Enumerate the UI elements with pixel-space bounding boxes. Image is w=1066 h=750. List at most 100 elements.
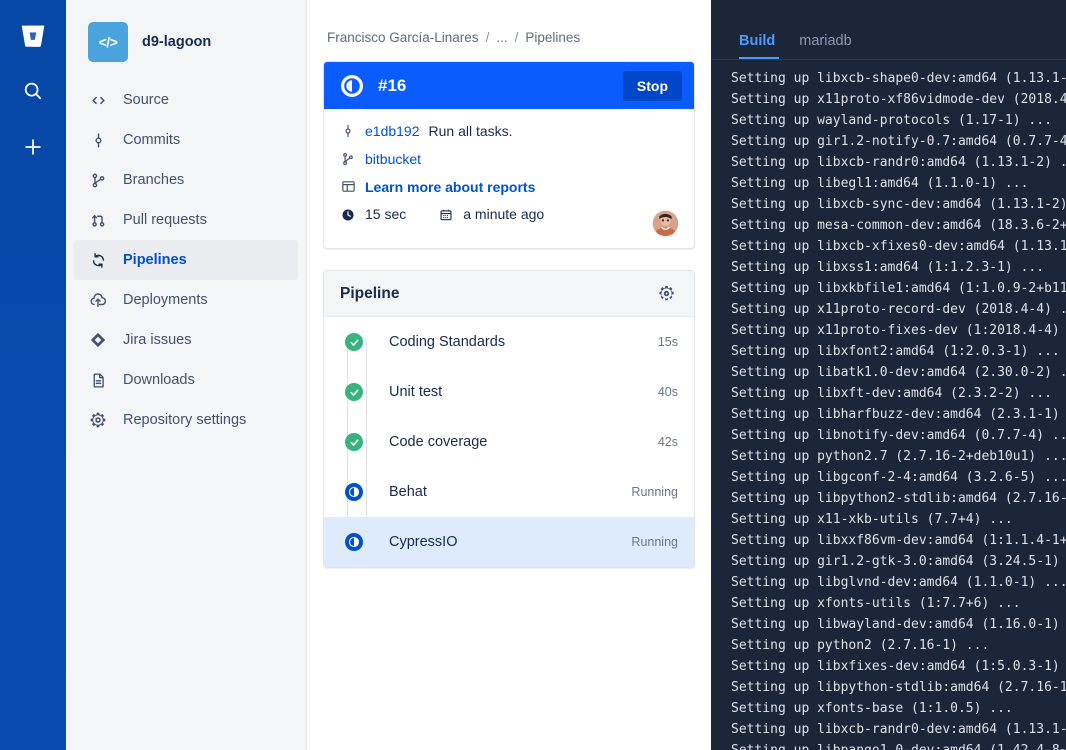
build-status-banner: #16 Stop	[324, 62, 694, 109]
pipeline-step-code-coverage[interactable]: Code coverage 42s	[324, 417, 694, 467]
log-line: Setting up gir1.2-gtk-3.0:amd64 (3.24.5-…	[731, 554, 1060, 569]
log-line: Setting up libharfbuzz-dev:amd64 (2.3.1-…	[731, 407, 1060, 422]
sidebar-item-pull-requests[interactable]: Pull requests	[74, 200, 298, 240]
commits-icon	[88, 130, 108, 150]
commit-hash-link[interactable]: e1db192	[365, 123, 420, 140]
commit-icon	[340, 123, 356, 139]
sidebar-item-downloads[interactable]: Downloads	[74, 360, 298, 400]
pipeline-step-cypressio[interactable]: CypressIO Running	[324, 517, 694, 568]
step-duration: 15s	[657, 335, 678, 350]
log-output[interactable]: Setting up libxcb-shape0-dev:amd64 (1.13…	[711, 60, 1066, 750]
stop-button[interactable]: Stop	[622, 70, 682, 101]
log-line: Setting up xfonts-base (1:1.0.5) ...	[731, 701, 1013, 716]
bitbucket-logo[interactable]	[16, 18, 50, 52]
sidebar-item-label: Pull requests	[123, 212, 207, 228]
branch-link[interactable]: bitbucket	[365, 151, 421, 168]
sidebar-item-jira-issues[interactable]: Jira issues	[74, 320, 298, 360]
global-navigation	[0, 0, 66, 750]
build-number: #16	[378, 75, 407, 95]
sidebar-item-label: Commits	[123, 132, 181, 148]
log-line: Setting up libxfixes-dev:amd64 (1:5.0.3-…	[731, 659, 1060, 674]
step-duration: 42s	[657, 435, 678, 450]
tab-mariadb[interactable]: mariadb	[787, 33, 863, 59]
log-line: Setting up python2 (2.7.16-1) ...	[731, 638, 990, 653]
repository-sidebar: </> d9-lagoon Source Commits Branches Pu…	[66, 0, 307, 750]
status-success-icon	[345, 333, 363, 352]
app-root: </> d9-lagoon Source Commits Branches Pu…	[0, 0, 1066, 750]
log-line: Setting up libgconf-2-4:amd64 (3.2.6-5) …	[731, 470, 1066, 485]
downloads-icon	[88, 370, 108, 390]
avatar[interactable]	[653, 211, 678, 237]
sidebar-item-pipelines[interactable]: Pipelines	[74, 240, 298, 280]
pipeline-step-coding-standards[interactable]: Coding Standards 15s	[324, 317, 694, 367]
timing-row: 15 sec a minute ago	[340, 206, 678, 223]
build-duration: 15 sec	[365, 206, 407, 223]
pipeline-title: Pipeline	[340, 284, 400, 302]
sidebar-item-source[interactable]: Source	[74, 80, 298, 120]
log-line: Setting up libxfont2:amd64 (1:2.0.3-1) .…	[731, 344, 1060, 359]
sidebar-item-label: Deployments	[123, 292, 208, 308]
repository-avatar: </>	[88, 22, 128, 62]
log-line: Setting up x11-xkb-utils (7.7+4) ...	[731, 512, 1013, 527]
log-line: Setting up x11proto-fixes-dev (1:2018.4-…	[731, 323, 1060, 338]
sidebar-item-commits[interactable]: Commits	[74, 120, 298, 160]
log-line: Setting up libxcb-xfixes0-dev:amd64 (1.1…	[731, 239, 1066, 254]
log-line: Setting up mesa-common-dev:amd64 (18.3.6…	[731, 218, 1066, 233]
deployments-icon	[88, 290, 108, 310]
calendar-icon	[438, 207, 454, 223]
log-line: Setting up python2.7 (2.7.16-2+deb10u1) …	[731, 449, 1066, 464]
log-line: Setting up libnotify-dev:amd64 (0.7.7-4)…	[731, 428, 1066, 443]
log-line: Setting up libegl1:amd64 (1.1.0-1) ...	[731, 176, 1029, 191]
clock-icon	[340, 207, 356, 223]
breadcrumb-ellipsis[interactable]: ...	[496, 30, 507, 45]
log-line: Setting up libpython-stdlib:amd64 (2.7.1…	[731, 680, 1066, 695]
status-running-icon	[345, 533, 363, 552]
log-line: Setting up libatk1.0-dev:amd64 (2.30.0-2…	[731, 365, 1066, 380]
build-log-panel: Build mariadb Setting up libxcb-shape0-d…	[711, 0, 1066, 750]
reports-icon	[340, 179, 356, 195]
log-line: Setting up libxft-dev:amd64 (2.3.2-2) ..…	[731, 386, 1052, 401]
sidebar-item-deployments[interactable]: Deployments	[74, 280, 298, 320]
log-line: Setting up xfonts-utils (1:7.7+6) ...	[731, 596, 1021, 611]
status-success-icon	[345, 383, 363, 402]
step-duration: Running	[631, 485, 678, 500]
build-meta: e1db192 Run all tasks. bitbucket Learn m…	[324, 109, 694, 248]
log-line: Setting up libglvnd-dev:amd64 (1.1.0-1) …	[731, 575, 1066, 590]
breadcrumb-separator: /	[485, 30, 490, 45]
log-line: Setting up libpython2-stdlib:amd64 (2.7.…	[731, 491, 1066, 506]
log-line: Setting up libxxf86vm-dev:amd64 (1:1.1.4…	[731, 533, 1066, 548]
search-icon[interactable]	[16, 74, 50, 108]
breadcrumb-current[interactable]: Pipelines	[525, 30, 580, 45]
sidebar-nav-list: Source Commits Branches Pull requests Pi…	[66, 80, 306, 440]
sidebar-item-repository-settings[interactable]: Repository settings	[74, 400, 298, 440]
pipeline-steps-list: Coding Standards 15s Unit test 40s Code …	[324, 317, 694, 568]
tab-build[interactable]: Build	[731, 33, 787, 59]
repository-name: d9-lagoon	[142, 34, 212, 50]
repository-header[interactable]: </> d9-lagoon	[66, 16, 306, 66]
commit-message: Run all tasks.	[428, 123, 513, 139]
step-label: Code coverage	[389, 434, 488, 451]
breadcrumb-owner[interactable]: Francisco García-Linares	[327, 30, 479, 45]
sidebar-item-branches[interactable]: Branches	[74, 160, 298, 200]
reports-link[interactable]: Learn more about reports	[365, 179, 535, 196]
sidebar-item-label: Downloads	[123, 372, 195, 388]
log-line: Setting up libxcb-randr0:amd64 (1.13.1-2…	[731, 155, 1066, 170]
branches-icon	[88, 170, 108, 190]
log-line: Setting up wayland-protocols (1.17-1) ..…	[731, 113, 1052, 128]
gear-icon[interactable]	[654, 282, 678, 306]
log-tabs: Build mariadb	[711, 0, 1066, 60]
log-line: Setting up libxcb-randr0-dev:amd64 (1.13…	[731, 722, 1066, 737]
create-icon[interactable]	[16, 130, 50, 164]
step-duration: 40s	[657, 385, 678, 400]
log-line: Setting up libwayland-dev:amd64 (1.16.0-…	[731, 617, 1060, 632]
commit-row: e1db192 Run all tasks.	[340, 123, 678, 140]
build-time-ago: a minute ago	[463, 206, 545, 223]
branch-icon	[340, 151, 356, 167]
log-line: Setting up libxcb-sync-dev:amd64 (1.13.1…	[731, 197, 1066, 212]
pipeline-card-header: Pipeline	[324, 271, 694, 318]
jira-issues-icon	[88, 330, 108, 350]
pipeline-step-behat[interactable]: Behat Running	[324, 467, 694, 517]
log-line: Setting up gir1.2-notify-0.7:amd64 (0.7.…	[731, 134, 1066, 149]
pipeline-steps-card: Pipeline Coding Standards 15s Unit test …	[323, 270, 695, 569]
pipeline-step-unit-test[interactable]: Unit test 40s	[324, 367, 694, 417]
